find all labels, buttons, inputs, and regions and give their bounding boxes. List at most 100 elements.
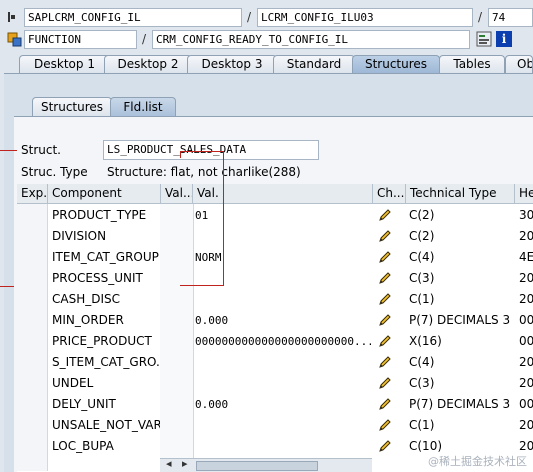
technical-type-cell: C(2)	[409, 208, 435, 222]
hex-cell: 20	[519, 376, 533, 390]
component-cell: DIVISION	[52, 229, 107, 243]
struct-type-label: Struc. Type	[21, 165, 88, 179]
scrollbar-thumb[interactable]	[196, 461, 318, 471]
value-cell[interactable]	[195, 226, 371, 247]
grid-value-column-bg	[160, 204, 194, 459]
struct-type-value: Structure: flat, not charlike(288)	[107, 165, 301, 179]
tab-objects[interactable]: Obj	[505, 55, 533, 73]
separator: /	[247, 10, 252, 24]
technical-type-cell: C(4)	[409, 250, 435, 264]
technical-type-cell: P(7) DECIMALS 3	[409, 313, 511, 327]
technical-type-cell: C(1)	[409, 418, 435, 432]
edit-pencil-icon[interactable]	[377, 396, 393, 412]
struct-input[interactable]: LS_PRODUCT_SALES_DATA	[103, 140, 319, 160]
display-object-icon[interactable]	[476, 31, 492, 47]
annotation-line	[0, 150, 17, 151]
column-header-component[interactable]: Component	[48, 184, 161, 204]
value-cell[interactable]	[195, 373, 371, 394]
edit-pencil-icon[interactable]	[377, 438, 393, 454]
technical-type-cell: C(2)	[409, 229, 435, 243]
watermark: @稀土掘金技术社区	[428, 455, 527, 468]
tab-tables[interactable]: Tables	[439, 55, 505, 73]
column-header-technical-type[interactable]: Technical Type	[406, 184, 515, 204]
value-cell[interactable]: 000000000000000000000000...	[195, 331, 371, 352]
component-cell: PRODUCT_TYPE	[52, 208, 147, 222]
technical-type-cell: C(3)	[409, 376, 435, 390]
value-cell[interactable]: NORM	[195, 247, 371, 268]
edit-pencil-icon[interactable]	[377, 270, 393, 286]
tab-desktop-3[interactable]: Desktop 3	[187, 55, 277, 73]
edit-pencil-icon[interactable]	[377, 312, 393, 328]
tab-desktop-2[interactable]: Desktop 2	[104, 55, 192, 73]
column-header-change[interactable]: Ch...	[373, 184, 406, 204]
value-cell[interactable]	[195, 289, 371, 310]
annotation-line	[180, 151, 181, 158]
hex-cell: 20	[519, 229, 533, 243]
value-cell[interactable]	[195, 415, 371, 436]
hex-cell: 00	[519, 334, 533, 348]
technical-type-cell: C(4)	[409, 355, 435, 369]
separator: /	[142, 32, 147, 46]
technical-type-cell: C(1)	[409, 292, 435, 306]
component-cell: CASH_DISC	[52, 292, 121, 306]
value-cell[interactable]	[195, 436, 371, 457]
object-type-field[interactable]: FUNCTION	[24, 30, 137, 49]
scroll-right-icon[interactable]: ▸	[182, 457, 188, 470]
edit-pencil-icon[interactable]	[377, 228, 393, 244]
edit-pencil-icon[interactable]	[377, 417, 393, 433]
column-header-hex[interactable]: He	[515, 184, 533, 204]
annotation-line	[180, 151, 224, 152]
column-header-value-short[interactable]: Val...	[161, 184, 193, 204]
annotation-line	[0, 286, 14, 287]
technical-type-cell: X(16)	[409, 334, 442, 348]
edit-pencil-icon[interactable]	[377, 207, 393, 223]
object-name-field[interactable]: CRM_CONFIG_READY_TO_CONFIG_IL	[152, 30, 470, 49]
component-cell: PRICE_PRODUCT	[52, 334, 152, 348]
component-cell: PROCESS_UNIT	[52, 271, 143, 285]
hex-cell: 20	[519, 418, 533, 432]
component-cell: DELY_UNIT	[52, 397, 116, 411]
info-icon[interactable]: i	[496, 31, 512, 47]
include-field[interactable]: LCRM_CONFIG_ILU03	[257, 8, 473, 27]
edit-pencil-icon[interactable]	[377, 375, 393, 391]
tab-structures[interactable]: Structures	[352, 55, 440, 73]
struct-label: Struct.	[21, 143, 61, 157]
annotation-line	[223, 151, 224, 285]
subtab-structures[interactable]: Structures	[32, 97, 112, 116]
value-cell[interactable]: 0.000	[195, 310, 371, 331]
separator: /	[478, 10, 483, 24]
program-cursor-marker	[8, 11, 16, 22]
line-field[interactable]: 74	[488, 8, 533, 27]
hex-cell: 30	[519, 208, 533, 222]
hex-cell: 4E	[519, 250, 533, 264]
hex-cell: 00	[519, 397, 533, 411]
component-cell: LOC_BUPA	[52, 439, 114, 453]
component-cell: MIN_ORDER	[52, 313, 124, 327]
component-cell: UNSALE_NOT_VAR	[52, 418, 160, 432]
hex-cell: 20	[519, 292, 533, 306]
edit-pencil-icon[interactable]	[377, 249, 393, 265]
subtab-field-list[interactable]: Fld.list	[110, 97, 176, 116]
column-header-value[interactable]: Val.	[193, 184, 373, 204]
program-field[interactable]: SAPLCRM_CONFIG_IL	[24, 8, 242, 27]
function-module-icon	[6, 31, 22, 47]
column-header-exp[interactable]: Exp.	[17, 184, 48, 204]
scroll-left-icon[interactable]: ◂	[166, 457, 172, 470]
hex-cell: 00	[519, 313, 533, 327]
technical-type-cell: C(3)	[409, 271, 435, 285]
hex-cell: 20	[519, 355, 533, 369]
edit-pencil-icon[interactable]	[377, 354, 393, 370]
technical-type-cell: P(7) DECIMALS 3	[409, 397, 511, 411]
component-cell: ITEM_CAT_GROUP	[52, 250, 159, 264]
tab-standard[interactable]: Standard	[273, 55, 355, 73]
value-cell[interactable]: 0.000	[195, 394, 371, 415]
tab-desktop-1[interactable]: Desktop 1	[19, 55, 110, 73]
edit-pencil-icon[interactable]	[377, 291, 393, 307]
edit-pencil-icon[interactable]	[377, 333, 393, 349]
value-cell[interactable]	[195, 352, 371, 373]
value-cell[interactable]: 01	[195, 205, 371, 226]
annotation-line	[180, 285, 224, 286]
component-cell: UNDEL	[52, 376, 94, 390]
hex-cell: 20	[519, 271, 533, 285]
grid-left-gutter	[17, 204, 48, 471]
